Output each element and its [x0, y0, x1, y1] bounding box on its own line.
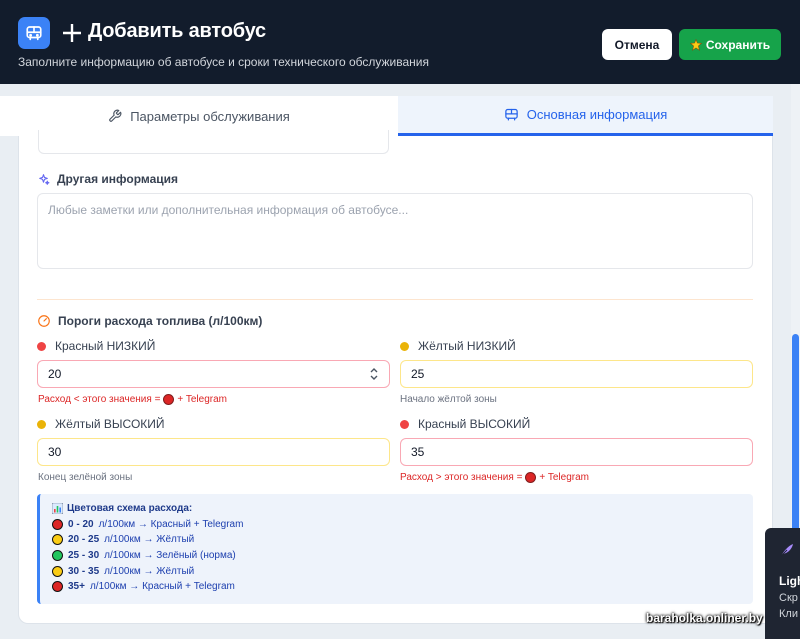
red-low-hint-before: Расход < этого значения = [38, 394, 161, 405]
yellow-high-hint: Конец зелёной зоны [38, 472, 133, 483]
red-high-hint-after: + Telegram [539, 472, 589, 483]
page-title: Добавить автобус [88, 20, 266, 42]
red-dot-icon [37, 341, 46, 351]
scheme-text: л/100км → Красный + Telegram [89, 581, 235, 592]
scheme-range: 0 - 20 [68, 519, 94, 530]
yellow-low-label: Жёлтый НИЗКИЙ [400, 339, 516, 353]
yellow-low-hint: Начало жёлтой зоны [400, 394, 497, 405]
tab-basic-label: Основная информация [526, 107, 668, 122]
color-scheme-box: Цветовая схема расхода: 0 - 20 л/100км →… [37, 494, 753, 604]
bar-chart-icon [52, 503, 63, 514]
scheme-text: л/100км → Жёлтый [104, 566, 195, 577]
yellow-circle-icon [52, 534, 63, 545]
sparkles-icon [39, 173, 50, 185]
red-circle-icon [52, 581, 63, 592]
tab-basic-info[interactable]: Основная информация [398, 96, 773, 136]
fuel-thresholds-title-text: Пороги расхода топлива (л/100км) [58, 314, 263, 328]
stepper-icon[interactable] [369, 366, 379, 382]
green-circle-icon [52, 550, 63, 561]
yellow-high-label-text: Жёлтый ВЫСОКИЙ [55, 417, 165, 431]
scheme-range: 30 - 35 [68, 566, 100, 577]
other-info-label: Другая информация [37, 172, 178, 186]
cancel-button[interactable]: Отмена [602, 29, 672, 60]
yellow-low-label-text: Жёлтый НИЗКИЙ [418, 339, 516, 353]
color-scheme-title-text: Цветовая схема расхода: [67, 503, 193, 514]
scheme-range: 20 - 25 [68, 534, 100, 545]
wrench-icon [109, 109, 122, 122]
scheme-text: л/100км → Зелёный (норма) [104, 550, 236, 561]
red-low-label: Красный НИЗКИЙ [37, 339, 155, 353]
bus-icon [505, 108, 518, 121]
scheme-text: л/100км → Красный + Telegram [98, 519, 244, 530]
yellow-dot-icon [400, 341, 409, 351]
notification-title: Ligh [779, 574, 800, 588]
red-low-hint: Расход < этого значения = + Telegram [38, 394, 227, 405]
modal-header: Добавить автобус Заполните информацию об… [0, 0, 800, 84]
red-high-input[interactable] [400, 438, 753, 466]
watermark: baraholka.onliner.by [646, 611, 763, 625]
section-divider [37, 299, 753, 300]
gauge-icon [38, 315, 50, 327]
scheme-row: 20 - 25 л/100км → Жёлтый [52, 534, 194, 545]
fuel-thresholds-title: Пороги расхода топлива (л/100км) [37, 314, 262, 328]
red-low-label-text: Красный НИЗКИЙ [55, 339, 156, 353]
notes-textarea[interactable] [37, 193, 753, 269]
plus-icon [61, 22, 83, 44]
scheme-row: 35+ л/100км → Красный + Telegram [52, 581, 235, 592]
yellow-circle-icon [52, 566, 63, 577]
scheme-range: 35+ [68, 581, 85, 592]
notification-popup[interactable]: Ligh Скр Кли [765, 528, 800, 639]
red-circle-icon [163, 394, 175, 405]
yellow-dot-icon [37, 419, 46, 429]
notification-line: Скр [779, 592, 798, 604]
color-scheme-title: Цветовая схема расхода: [52, 503, 192, 514]
yellow-low-input[interactable] [400, 360, 753, 388]
scheme-range: 25 - 30 [68, 550, 100, 561]
other-info-label-text: Другая информация [57, 172, 179, 186]
red-low-hint-after: + Telegram [177, 394, 227, 405]
save-button[interactable]: Сохранить [679, 29, 781, 60]
red-high-label-text: Красный ВЫСОКИЙ [418, 417, 531, 431]
red-circle-icon [52, 519, 63, 530]
red-circle-icon [525, 472, 537, 483]
red-high-hint: Расход > этого значения = + Telegram [400, 472, 589, 483]
cropped-input[interactable] [38, 130, 389, 154]
red-high-hint-before: Расход > этого значения = [400, 472, 523, 483]
yellow-high-input[interactable] [37, 438, 390, 466]
medal-icon [689, 38, 702, 51]
page-subtitle: Заполните информацию об автобусе и сроки… [18, 55, 429, 69]
feather-icon [780, 544, 793, 557]
scheme-text: л/100км → Жёлтый [104, 534, 195, 545]
yellow-high-label: Жёлтый ВЫСОКИЙ [37, 417, 165, 431]
red-dot-icon [400, 419, 409, 429]
bus-icon [18, 17, 50, 49]
scheme-row: 30 - 35 л/100км → Жёлтый [52, 566, 194, 577]
tab-maintenance-label: Параметры обслуживания [130, 108, 290, 124]
red-low-input[interactable] [37, 360, 390, 388]
red-high-label: Красный ВЫСОКИЙ [400, 417, 530, 431]
save-button-label: Сохранить [705, 37, 771, 52]
notification-line: Кли [779, 608, 798, 620]
scheme-row: 0 - 20 л/100км → Красный + Telegram [52, 519, 243, 530]
scheme-row: 25 - 30 л/100км → Зелёный (норма) [52, 550, 236, 561]
